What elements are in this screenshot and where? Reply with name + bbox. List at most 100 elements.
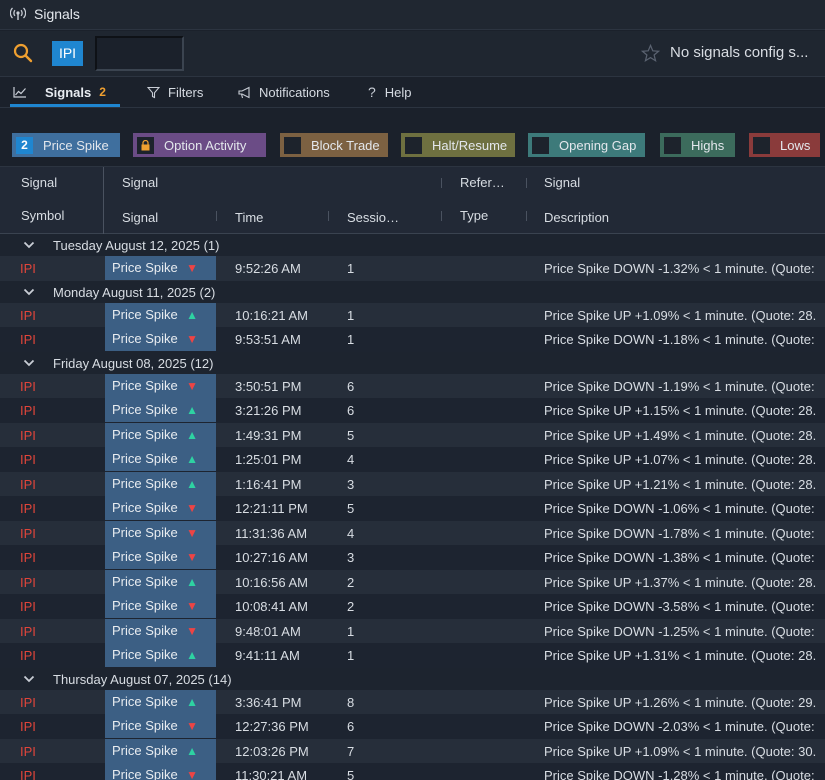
table-row[interactable]: IPI Price Spike ▼ 11:30:21 AM 5 Price Spike D… [0,763,825,780]
row-session: 6 [347,719,355,734]
chevron-down-icon[interactable] [23,287,35,297]
tab-signals[interactable]: Signals 2 [13,77,106,107]
filter-icon [147,86,160,98]
chip-price-spike[interactable]: 2 Price Spike [12,133,120,157]
table-row[interactable]: IPI Price Spike ▲ 10:16:21 AM 1 Price Spike U… [0,302,825,327]
column-divider[interactable] [441,211,442,221]
grid-header: Signal Signal Refer… Signal Symbol Signa… [0,166,825,235]
row-symbol: IPI [20,332,36,347]
row-description: Price Spike UP +1.07% < 1 minute. (Quote… [544,452,817,467]
arrow-up-icon: ▲ [186,307,198,322]
table-row[interactable]: IPI Price Spike ▼ 10:08:41 AM 2 Price Spike D… [0,594,825,619]
column-divider[interactable] [441,178,442,188]
group-header[interactable]: Monday August 11, 2025 (2) [0,280,825,303]
group-header[interactable]: Thursday August 07, 2025 (14) [0,667,825,690]
row-time: 1:49:31 PM [235,427,302,443]
chip-block-trade[interactable]: Block Trade [280,133,388,157]
chevron-down-icon[interactable] [23,674,35,684]
row-signal-label: Price Spike [112,331,178,346]
symbol-input[interactable] [95,36,184,71]
row-time: 9:48:01 AM [235,623,301,639]
column-divider[interactable] [526,211,527,221]
chip-price-spike-label: Price Spike [43,137,109,153]
row-description: Price Spike DOWN -1.78% < 1 minute. (Quo… [544,525,815,541]
arrow-down-icon: ▼ [186,719,198,733]
chip-lows[interactable]: Lows [749,133,820,157]
column-divider[interactable] [526,178,527,188]
tab-filters[interactable]: Filters [147,77,203,107]
row-description: Price Spike DOWN -1.38% < 1 minute. (Quo… [544,550,815,565]
row-symbol: IPI [20,550,36,565]
row-signal-label: Price Spike [112,598,178,613]
table-row[interactable]: IPI Price Spike ▲ 3:36:41 PM 8 Price Spike UP… [0,689,825,714]
arrow-down-icon: ▼ [186,768,198,780]
table-row[interactable]: IPI Price Spike ▲ 1:16:41 PM 3 Price Spike UP… [0,471,825,496]
group-header[interactable]: Friday August 08, 2025 (12) [0,351,825,374]
row-description: Price Spike DOWN -1.28% < 1 minute. (Quo… [544,768,815,780]
table-row[interactable]: IPI Price Spike ▼ 9:52:26 AM 1 Price Spike DO… [0,256,825,281]
row-description: Price Spike UP +1.49% < 1 minute. (Quote… [544,427,817,443]
arrow-down-icon: ▼ [186,378,198,393]
tab-notifications-label: Notifications [259,84,330,100]
row-signal-label: Price Spike [112,500,178,515]
symbol-chip[interactable]: IPI [52,41,83,66]
row-symbol: IPI [20,476,36,492]
search-icon[interactable] [13,43,33,63]
table-row[interactable]: IPI Price Spike ▼ 12:27:36 PM 6 Price Spike D… [0,714,825,739]
table-row[interactable]: IPI Price Spike ▼ 12:21:11 PM 5 Price Spike D… [0,496,825,521]
chip-highs[interactable]: Highs [660,133,735,157]
arrow-down-icon: ▼ [186,550,198,564]
arrow-down-icon: ▼ [186,501,198,515]
group-title: Friday August 08, 2025 (12) [53,355,214,371]
table-row[interactable]: IPI Price Spike ▲ 1:49:31 PM 5 Price Spike UP… [0,422,825,447]
table-row[interactable]: IPI Price Spike ▼ 9:53:51 AM 1 Price Spike DO… [0,327,825,352]
row-signal-label: Price Spike [112,647,178,662]
chip-option-activity[interactable]: Option Activity [133,133,266,157]
row-description: Price Spike DOWN -1.25% < 1 minute. (Quo… [544,623,815,639]
col-header-type[interactable]: Type [460,208,488,223]
header-group-signal-2: Signal [122,175,159,190]
row-signal-label: Price Spike [112,742,178,758]
row-session: 1 [347,261,355,276]
column-divider[interactable] [328,211,329,221]
table-row[interactable]: IPI Price Spike ▲ 10:16:56 AM 2 Price Spike U… [0,569,825,594]
group-header[interactable]: Tuesday August 12, 2025 (1) [0,234,825,256]
table-row[interactable]: IPI Price Spike ▲ 3:21:26 PM 6 Price Spike UP… [0,398,825,423]
column-divider[interactable] [103,167,104,235]
table-row[interactable]: IPI Price Spike ▲ 1:25:01 PM 4 Price Spike UP… [0,447,825,472]
chip-opening-gap[interactable]: Opening Gap [528,133,645,157]
table-row[interactable]: IPI Price Spike ▼ 9:48:01 AM 1 Price Spike DO… [0,618,825,643]
row-symbol: IPI [20,261,36,276]
row-session: 1 [347,332,355,347]
tab-bar: Signals 2 Filters Notifications ? Help [0,77,825,108]
col-header-symbol[interactable]: Symbol [21,208,64,223]
col-header-session[interactable]: Sessio… [347,210,399,225]
row-signal-badge: Price Spike ▼ [105,714,216,738]
arrow-up-icon: ▲ [186,743,198,758]
column-divider[interactable] [216,211,217,221]
tab-notifications[interactable]: Notifications [238,77,330,107]
row-session: 6 [347,403,355,418]
row-symbol: IPI [20,525,36,541]
chip-halt-resume[interactable]: Halt/Resume [401,133,515,157]
star-icon[interactable] [641,44,660,63]
config-status[interactable]: No signals config s... [670,44,808,61]
col-header-description[interactable]: Description [544,210,609,225]
chevron-down-icon[interactable] [23,358,35,368]
col-header-signal[interactable]: Signal [122,210,158,225]
row-time: 12:27:36 PM [235,719,309,734]
tab-filters-label: Filters [168,84,204,100]
row-session: 7 [347,743,355,759]
signal-type-filters: 2 Price Spike Option Activity Block Trad… [0,108,825,166]
table-row[interactable]: IPI Price Spike ▲ 12:03:26 PM 7 Price Spike U… [0,738,825,763]
row-description: Price Spike UP +1.37% < 1 minute. (Quote… [544,574,817,590]
row-symbol: IPI [20,623,36,639]
table-row[interactable]: IPI Price Spike ▼ 3:50:51 PM 6 Price Spike DO… [0,373,825,398]
table-row[interactable]: IPI Price Spike ▼ 11:31:36 AM 4 Price Spike D… [0,520,825,545]
table-row[interactable]: IPI Price Spike ▲ 9:41:11 AM 1 Price Spike UP… [0,643,825,668]
col-header-time[interactable]: Time [235,210,263,225]
tab-help[interactable]: ? Help [368,77,412,107]
chevron-down-icon[interactable] [23,240,35,250]
arrow-up-icon: ▲ [186,476,198,491]
table-row[interactable]: IPI Price Spike ▼ 10:27:16 AM 3 Price Spike D… [0,545,825,570]
